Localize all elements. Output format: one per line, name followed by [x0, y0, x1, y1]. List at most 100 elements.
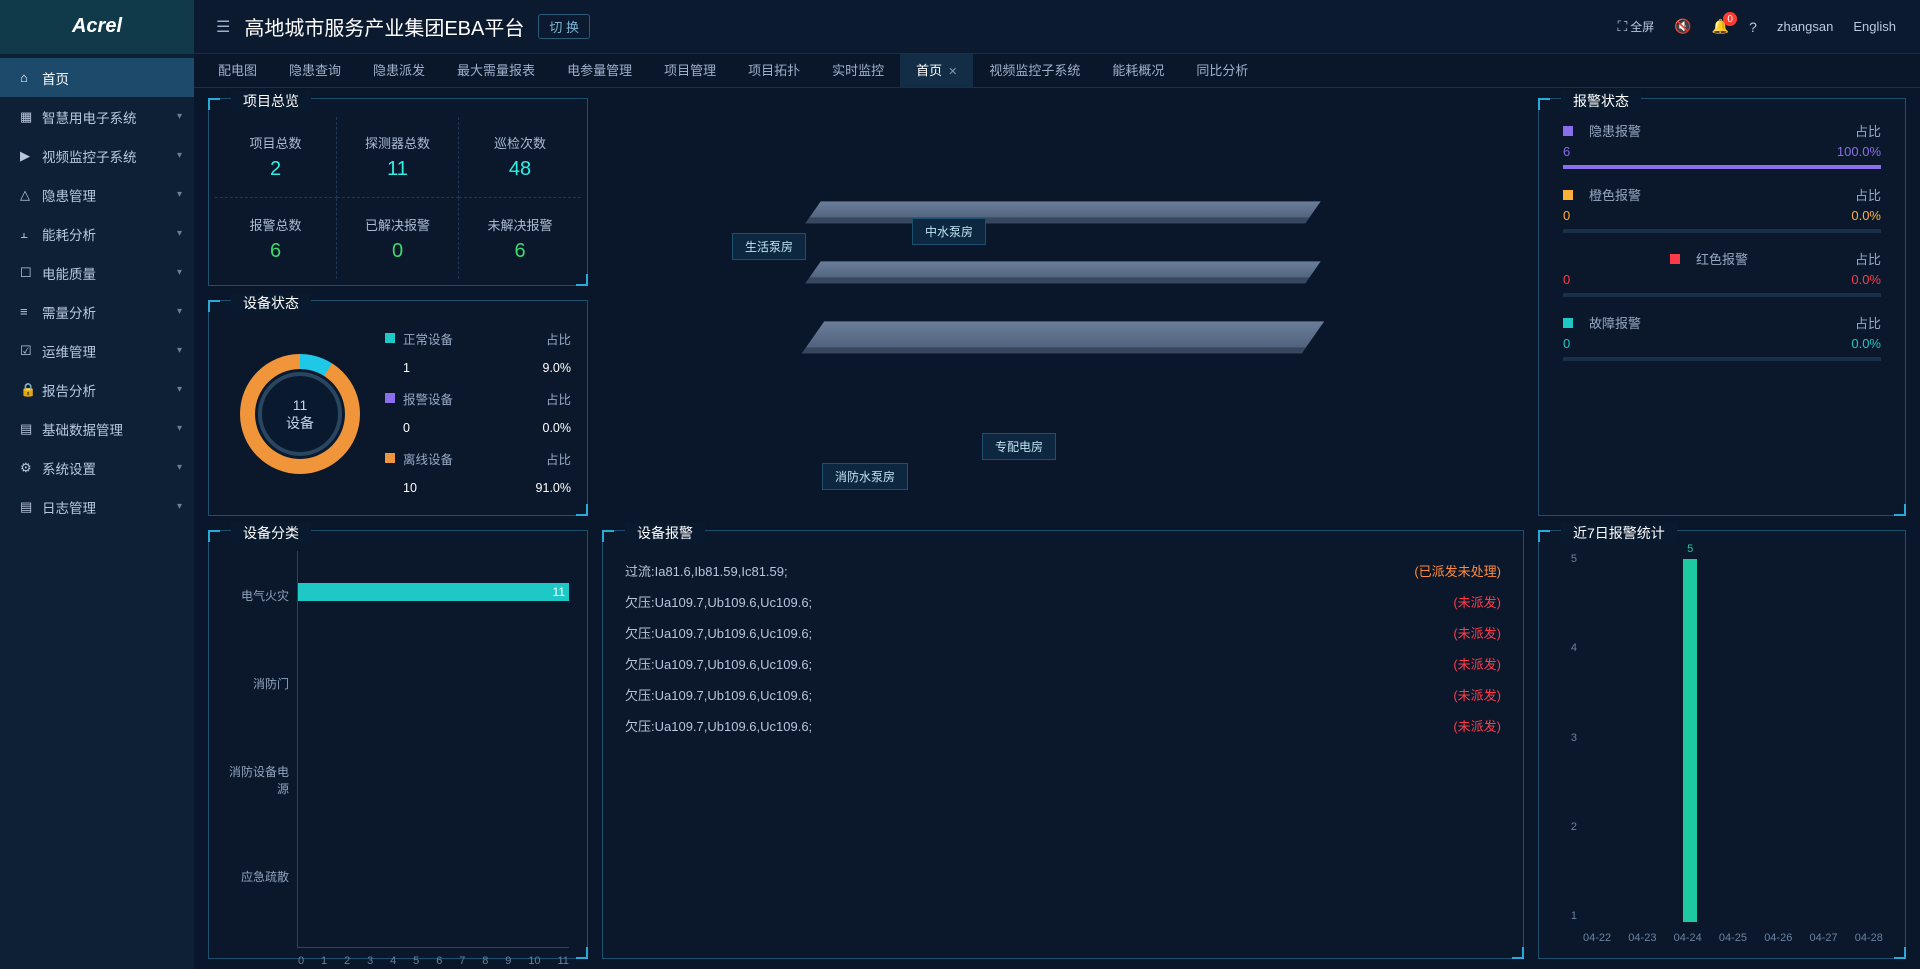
stat-label: 已解决报警: [365, 215, 430, 234]
menu-icon: ▶: [20, 148, 38, 164]
tab-label: 首页: [916, 63, 942, 78]
stat-label: 未解决报警: [487, 215, 552, 234]
help-icon[interactable]: ?: [1749, 19, 1757, 35]
stat-cell: 项目总数2: [215, 117, 337, 198]
menu-label: 日志管理: [38, 497, 177, 517]
y-tick: 3: [1557, 732, 1577, 744]
chevron-down-icon: ▾: [177, 150, 182, 161]
tab[interactable]: 能耗概况: [1096, 54, 1180, 87]
status-value: 0: [1563, 208, 1570, 223]
tab[interactable]: 实时监控: [816, 54, 900, 87]
tab-label: 项目拓扑: [748, 63, 800, 78]
alarm-text: 欠压:Ua109.7,Ub109.6,Uc109.6;: [625, 623, 812, 642]
x-tick: 10: [528, 955, 540, 967]
alarm-row: 欠压:Ua109.7,Ub109.6,Uc109.6; (未派发): [625, 617, 1501, 648]
donut-chart: 11设备: [240, 354, 360, 474]
alarm-status: (已派发未处理): [1414, 561, 1501, 580]
status-name: 隐患报警: [1589, 121, 1641, 140]
sidebar-item[interactable]: ≡需量分析▾: [0, 292, 194, 331]
hotspot-label[interactable]: 消防水泵房: [822, 463, 908, 490]
alarm-status-row: 橙色报警占比00.0%: [1563, 185, 1881, 233]
status-pct: 0.0%: [1851, 336, 1881, 351]
tab[interactable]: 首页 ✕: [900, 54, 973, 87]
menu-icon: △: [20, 187, 38, 203]
alarm-status-row: 红色报警占比00.0%: [1563, 249, 1881, 297]
app-title: 高地城市服务产业集团EBA平台: [244, 12, 524, 41]
sidebar-item[interactable]: ☐电能质量▾: [0, 253, 194, 292]
sidebar-item[interactable]: ⚙系统设置▾: [0, 448, 194, 487]
panel-title: 近7日报警统计: [1561, 523, 1677, 543]
tab-label: 视频监控子系统: [989, 63, 1080, 78]
x-tick: 8: [482, 955, 488, 967]
menu-icon: ▤: [20, 421, 38, 437]
y-tick: 消防设备电源: [227, 763, 289, 797]
tab[interactable]: 隐患查询: [273, 54, 357, 87]
tab-label: 最大需量报表: [457, 63, 535, 78]
sidebar-item[interactable]: △隐患管理▾: [0, 175, 194, 214]
switch-button[interactable]: 切 换: [538, 14, 590, 39]
close-icon[interactable]: ✕: [948, 66, 957, 78]
stat-value: 2: [270, 158, 281, 181]
x-tick: 11: [557, 955, 568, 967]
x-tick: 04-22: [1583, 932, 1611, 944]
username[interactable]: zhangsan: [1777, 19, 1833, 34]
legend-row: 离线设备占比: [385, 443, 571, 473]
chevron-down-icon: ▾: [177, 189, 182, 200]
menu-toggle-icon[interactable]: ☰: [216, 17, 230, 37]
sidebar-item[interactable]: ☑运维管理▾: [0, 331, 194, 370]
sidebar-item[interactable]: ▶视频监控子系统▾: [0, 136, 194, 175]
legend-value: 1: [403, 361, 410, 375]
fullscreen-icon[interactable]: ⛶全屏: [1617, 18, 1654, 35]
ratio-label: 占比: [1855, 185, 1881, 204]
legend-value: 10: [403, 481, 417, 495]
tab[interactable]: 项目管理: [648, 54, 732, 87]
tab[interactable]: 同比分析: [1180, 54, 1264, 87]
chevron-down-icon: ▾: [177, 345, 182, 356]
panel-device-alarm: 设备报警 过流:Ia81.6,Ib81.59,Ic81.59;(已派发未处理)欠…: [602, 530, 1524, 959]
hotspot-label[interactable]: 生活泵房: [732, 233, 806, 260]
ratio-label: 占比: [546, 389, 571, 408]
x-tick: 5: [413, 955, 419, 967]
hotspot-label[interactable]: 专配电房: [982, 433, 1056, 460]
status-pct: 0.0%: [1851, 272, 1881, 287]
tab[interactable]: 最大需量报表: [441, 54, 551, 87]
mute-icon[interactable]: 🔇: [1674, 18, 1691, 35]
tab-label: 同比分析: [1196, 63, 1248, 78]
tab[interactable]: 项目拓扑: [732, 54, 816, 87]
sidebar-item[interactable]: ▦智慧用电子系统▾: [0, 97, 194, 136]
stat-cell: 未解决报警6: [459, 198, 581, 279]
status-name: 橙色报警: [1589, 185, 1641, 204]
hotspot-label[interactable]: 中水泵房: [912, 218, 986, 245]
sidebar-item[interactable]: ⌂首页: [0, 58, 194, 97]
tab[interactable]: 电参量管理: [551, 54, 648, 87]
y-tick: 2: [1557, 821, 1577, 833]
menu-label: 基础数据管理: [38, 419, 177, 439]
x-tick: 6: [436, 955, 442, 967]
sidebar-item[interactable]: ⫠能耗分析▾: [0, 214, 194, 253]
ratio-label: 占比: [1855, 313, 1881, 332]
panel-device-status: 设备状态 11设备 正常设备占比19.0%报警设备占比00.0%离线设备占比10…: [208, 300, 588, 516]
tab[interactable]: 配电图: [202, 54, 273, 87]
color-swatch: [1670, 254, 1680, 264]
status-name: 红色报警: [1696, 249, 1748, 268]
alarm-status: (未派发): [1453, 716, 1501, 735]
menu-label: 报告分析: [38, 380, 177, 400]
menu-icon: ⫠: [20, 226, 38, 242]
legend-value-row: 10 91.0%: [385, 473, 571, 503]
y-tick: 5: [1557, 553, 1577, 565]
tab[interactable]: 隐患派发: [357, 54, 441, 87]
legend-pct: 91.0%: [536, 481, 571, 495]
bell-icon[interactable]: 🔔0: [1712, 18, 1729, 35]
sidebar-item[interactable]: ▤日志管理▾: [0, 487, 194, 526]
sidebar-item[interactable]: ▤基础数据管理▾: [0, 409, 194, 448]
tab[interactable]: 视频监控子系统: [973, 54, 1096, 87]
panel-title: 项目总览: [231, 91, 311, 111]
menu-label: 视频监控子系统: [38, 146, 177, 166]
lang-switch[interactable]: English: [1853, 19, 1896, 34]
alarm-status: (未派发): [1453, 623, 1501, 642]
legend-row: 报警设备占比: [385, 383, 571, 413]
x-tick: 2: [344, 955, 350, 967]
legend-value: 0: [403, 421, 410, 435]
sidebar-item[interactable]: 🔒报告分析▾: [0, 370, 194, 409]
tab-label: 隐患派发: [373, 63, 425, 78]
